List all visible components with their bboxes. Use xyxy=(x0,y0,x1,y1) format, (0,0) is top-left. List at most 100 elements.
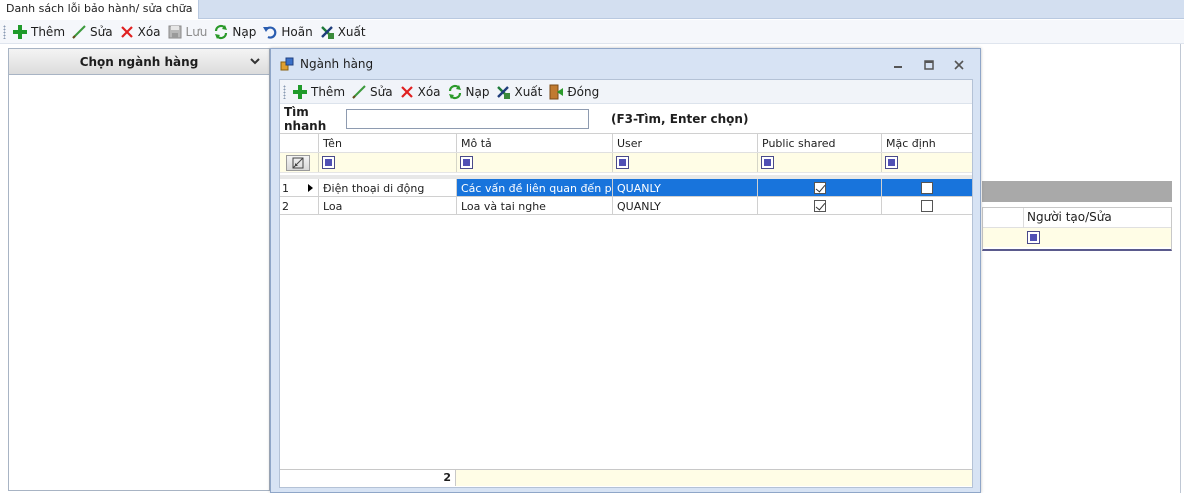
minimize-button[interactable] xyxy=(890,57,906,73)
cell-public-shared[interactable] xyxy=(757,197,881,214)
cell-user[interactable]: QUANLY xyxy=(612,179,757,196)
cell-default[interactable] xyxy=(881,179,972,196)
dialog-delete-button[interactable]: Xóa xyxy=(397,82,445,102)
row-number: 2 xyxy=(282,200,289,213)
dialog-edit-button[interactable]: Sửa xyxy=(349,82,397,102)
category-dropdown[interactable]: Chọn ngành hàng xyxy=(9,49,269,75)
quick-search-row: Tìm nhanh (F3-Tìm, Enter chọn) xyxy=(280,105,972,133)
column-header-user[interactable]: User xyxy=(612,134,757,152)
minimize-icon xyxy=(894,66,902,68)
delete-button[interactable]: Xóa xyxy=(117,22,165,42)
cell-name[interactable]: Loa xyxy=(318,197,456,214)
filter-condition-icon[interactable] xyxy=(616,156,629,169)
public-shared-checkbox[interactable] xyxy=(813,200,826,212)
app-window: Danh sách lỗi bảo hành/ sửa chữa Thêm Sử… xyxy=(0,0,1184,493)
category-dialog: Ngành hàng Thêm Sửa Xóa Nạp Xuất Đóng Tì… xyxy=(270,48,981,493)
default-checkbox[interactable] xyxy=(921,200,933,212)
toolbar-grip[interactable] xyxy=(3,24,6,39)
filter-condition-icon[interactable] xyxy=(460,156,473,169)
close-icon xyxy=(954,60,964,70)
filter-condition-icon[interactable] xyxy=(761,156,774,169)
category-panel: Chọn ngành hàng xyxy=(8,48,270,491)
grid-header-row: Tên Mô tả User Public shared Mặc định xyxy=(280,133,972,153)
row-indicator-header xyxy=(280,134,318,154)
plus-icon xyxy=(13,24,27,39)
column-header-default[interactable]: Mặc định xyxy=(881,134,972,152)
undo-icon xyxy=(263,25,277,39)
dialog-add-button[interactable]: Thêm xyxy=(290,82,349,102)
dialog-toolbar: Thêm Sửa Xóa Nạp Xuất Đóng xyxy=(280,80,972,104)
category-grid: Tên Mô tả User Public shared Mặc định 1 … xyxy=(280,133,972,486)
filter-cell-public-shared[interactable] xyxy=(757,153,881,172)
filter-condition-icon[interactable] xyxy=(885,156,898,169)
current-row-pointer-icon xyxy=(308,184,313,192)
tab-warranty-errors[interactable]: Danh sách lỗi bảo hành/ sửa chữa xyxy=(0,0,200,19)
panel-border xyxy=(1180,44,1181,493)
delete-x-icon xyxy=(400,85,413,98)
background-filter-row xyxy=(983,228,1171,247)
filter-condition-icon[interactable] xyxy=(322,156,335,169)
close-window-button[interactable] xyxy=(951,57,967,73)
filter-cell-description[interactable] xyxy=(456,153,612,172)
dialog-reload-label: Nạp xyxy=(465,84,490,99)
exit-door-icon xyxy=(549,84,564,99)
dialog-body: Thêm Sửa Xóa Nạp Xuất Đóng Tìm nhanh (F3… xyxy=(279,79,973,488)
filter-condition-icon[interactable] xyxy=(1027,231,1040,244)
column-header-public-shared[interactable]: Public shared xyxy=(757,134,881,152)
delete-button-label: Xóa xyxy=(137,24,161,39)
cell-description[interactable]: Loa và tai nghe xyxy=(456,197,612,214)
save-button-label: Lưu xyxy=(185,24,208,39)
quick-search-hint: (F3-Tìm, Enter chọn) xyxy=(611,112,749,126)
tab-strip: Danh sách lỗi bảo hành/ sửa chữa xyxy=(0,0,1184,19)
filter-cell-default[interactable] xyxy=(881,153,972,172)
filter-corner xyxy=(280,153,318,173)
column-header-name[interactable]: Tên xyxy=(318,134,456,152)
refresh-icon xyxy=(448,84,461,99)
filter-cell-user[interactable] xyxy=(612,153,757,172)
category-app-icon xyxy=(280,57,294,71)
toolbar-grip[interactable] xyxy=(283,84,286,99)
column-divider xyxy=(1023,208,1024,228)
delete-x-icon xyxy=(120,25,133,38)
cell-user[interactable]: QUANLY xyxy=(612,197,757,214)
dialog-reload-button[interactable]: Nạp xyxy=(445,82,494,102)
default-checkbox[interactable] xyxy=(921,182,933,194)
column-header-creator[interactable]: Người tạo/Sửa xyxy=(1027,210,1112,224)
filter-cell-name[interactable] xyxy=(318,153,456,172)
pencil-icon xyxy=(352,84,366,99)
dialog-title: Ngành hàng xyxy=(300,57,374,71)
dialog-export-label: Xuất xyxy=(514,84,543,99)
cell-description[interactable]: Các vấn đề liên quan đến p... xyxy=(456,179,612,196)
undo-button[interactable]: Hoãn xyxy=(260,22,316,42)
cell-default[interactable] xyxy=(881,197,972,214)
category-dropdown-label: Chọn ngành hàng xyxy=(79,54,199,69)
cell-public-shared[interactable] xyxy=(757,179,881,196)
save-button[interactable]: Lưu xyxy=(165,22,212,42)
dialog-title-bar[interactable]: Ngành hàng xyxy=(271,49,980,79)
dialog-close-label: Đóng xyxy=(567,84,600,99)
edit-button-label: Sửa xyxy=(90,24,113,39)
dialog-delete-label: Xóa xyxy=(417,84,441,99)
main-toolbar: Thêm Sửa Xóa Lưu Nạp Hoãn Xuất xyxy=(0,20,1184,44)
grid-filter-row xyxy=(280,153,972,173)
add-button[interactable]: Thêm xyxy=(10,22,69,42)
export-button[interactable]: Xuất xyxy=(317,22,370,42)
clear-filter-button[interactable] xyxy=(286,155,310,171)
reload-button[interactable]: Nạp xyxy=(211,22,260,42)
background-grid-header: Người tạo/Sửa xyxy=(983,208,1171,228)
table-row[interactable]: 2 Loa Loa và tai nghe QUANLY xyxy=(280,197,972,215)
quick-search-input[interactable] xyxy=(346,109,589,129)
maximize-button[interactable] xyxy=(921,57,937,73)
column-header-description[interactable]: Mô tả xyxy=(456,134,612,152)
quick-search-label: Tìm nhanh xyxy=(284,105,327,133)
dialog-export-button[interactable]: Xuất xyxy=(493,82,546,102)
row-count: 2 xyxy=(280,470,456,486)
undo-button-label: Hoãn xyxy=(281,24,313,39)
export-button-label: Xuất xyxy=(337,24,366,39)
edit-button[interactable]: Sửa xyxy=(69,22,117,42)
table-row[interactable]: 1 Điện thoại di động Các vấn đề liên qua… xyxy=(280,179,972,197)
public-shared-checkbox[interactable] xyxy=(813,182,826,194)
dialog-close-button[interactable]: Đóng xyxy=(546,82,603,102)
export-icon xyxy=(320,25,334,39)
cell-name[interactable]: Điện thoại di động xyxy=(318,179,456,196)
